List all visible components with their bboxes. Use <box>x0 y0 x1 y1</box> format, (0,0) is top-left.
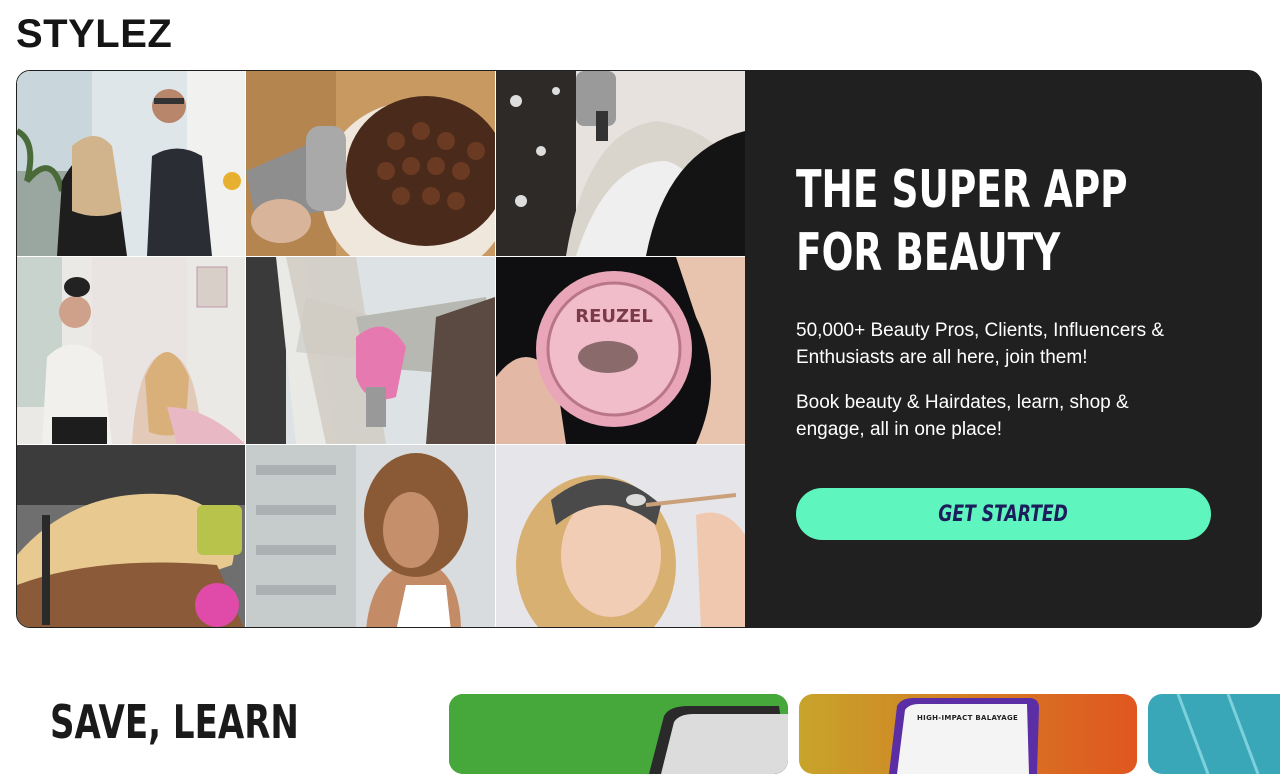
blonde-updo-photo <box>17 445 245 627</box>
get-started-label: GET STARTED <box>938 501 1069 527</box>
hero-info-panel: THE SUPER APP FOR BEAUTY 50,000+ Beauty … <box>745 71 1261 627</box>
feature-card-2[interactable]: HIGH-IMPACT BALAYAGE <box>799 694 1137 774</box>
pomade-label-text: REUZEL <box>575 306 653 327</box>
stylist-with-client-photo <box>17 71 245 256</box>
hero-paragraph-community: 50,000+ Beauty Pros, Clients, Influencer… <box>796 320 1165 368</box>
get-started-button[interactable]: GET STARTED <box>796 488 1211 540</box>
hair-color-application-photo <box>496 71 745 256</box>
stylez-logo[interactable]: STYLEZ <box>16 10 172 58</box>
reuzel-pomade-photo: REUZEL <box>496 257 745 444</box>
feature-card-1[interactable] <box>449 694 788 774</box>
headline-line-2: FOR BEAUTY <box>796 223 1061 283</box>
curly-hair-model-photo <box>246 445 495 627</box>
hero-banner: REUZEL THE SUPER APP FOR BEAUTY 50,000+ … <box>16 70 1262 628</box>
headline-line-1: THE SUPER APP <box>796 160 1128 220</box>
educator-demo-photo <box>17 257 245 444</box>
hero-headline: THE SUPER APP FOR BEAUTY <box>796 159 1170 285</box>
hero-photo-grid: REUZEL <box>17 71 745 627</box>
facial-treatment-photo <box>496 445 745 627</box>
section-title: SAVE, LEARN <box>50 695 299 749</box>
foil-highlights-photo <box>246 257 495 444</box>
card-title-text: HIGH-IMPACT BALAYAGE <box>917 714 1019 722</box>
hair-dryer-curls-photo <box>246 71 495 256</box>
feature-card-3[interactable] <box>1148 694 1280 774</box>
hero-paragraph-features: Book beauty & Hairdates, learn, shop & e… <box>796 392 1129 440</box>
